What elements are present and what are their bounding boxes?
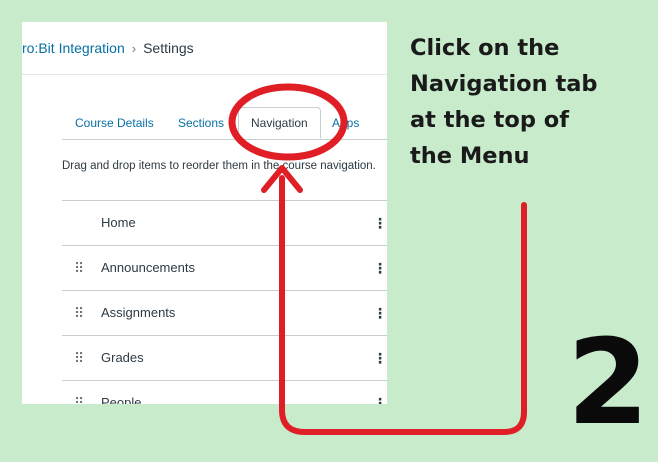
course-nav-list: Home ⋮ ⠿ Announcements ⋮ ⠿ Assignments ⋮… (62, 200, 387, 404)
nav-item-label: Grades (101, 350, 144, 365)
drag-instruction: Drag and drop items to reorder them in t… (62, 160, 376, 172)
kebab-icon[interactable]: ⋮ (373, 381, 387, 404)
nav-item-home[interactable]: Home ⋮ (62, 201, 387, 246)
kebab-icon[interactable]: ⋮ (373, 291, 387, 335)
callout-line: Click on the (410, 35, 560, 61)
nav-item-label: Announcements (101, 260, 195, 275)
tab-course-details[interactable]: Course Details (75, 108, 154, 139)
callout-line: Navigation tab (410, 71, 598, 97)
callout-line: at the top of (410, 107, 570, 133)
nav-item-assignments[interactable]: ⠿ Assignments ⋮ (62, 291, 387, 336)
drag-handle-icon[interactable]: ⠿ (74, 246, 84, 290)
kebab-icon[interactable]: ⋮ (373, 246, 387, 290)
drag-handle-icon[interactable]: ⠿ (74, 291, 84, 335)
kebab-icon[interactable]: ⋮ (373, 336, 387, 380)
tab-apps[interactable]: Apps (332, 108, 359, 139)
tab-navigation[interactable]: Navigation (238, 107, 321, 139)
chevron-right-icon: › (131, 40, 137, 56)
breadcrumb: ro:Bit Integration › Settings (22, 22, 387, 75)
nav-item-grades[interactable]: ⠿ Grades ⋮ (62, 336, 387, 381)
instruction-callout: Click on the Navigation tab at the top o… (410, 30, 650, 174)
nav-item-label: Home (101, 215, 136, 230)
nav-item-label: People (101, 395, 142, 404)
nav-item-announcements[interactable]: ⠿ Announcements ⋮ (62, 246, 387, 291)
drag-handle-icon[interactable]: ⠿ (74, 336, 84, 380)
kebab-icon[interactable]: ⋮ (373, 201, 387, 245)
nav-item-label: Assignments (101, 305, 176, 320)
breadcrumb-current: Settings (143, 40, 194, 56)
step-number: 2 (566, 313, 650, 451)
tab-sections[interactable]: Sections (178, 108, 224, 139)
settings-tabs: Course Details Sections Navigation Apps (62, 107, 387, 140)
callout-line: the Menu (410, 143, 530, 169)
breadcrumb-course-link[interactable]: ro:Bit Integration (22, 40, 125, 56)
canvas-screenshot: ro:Bit Integration › Settings Course Det… (22, 22, 387, 404)
nav-item-people[interactable]: ⠿ People ⋮ (62, 381, 387, 404)
drag-handle-icon[interactable]: ⠿ (74, 381, 84, 404)
